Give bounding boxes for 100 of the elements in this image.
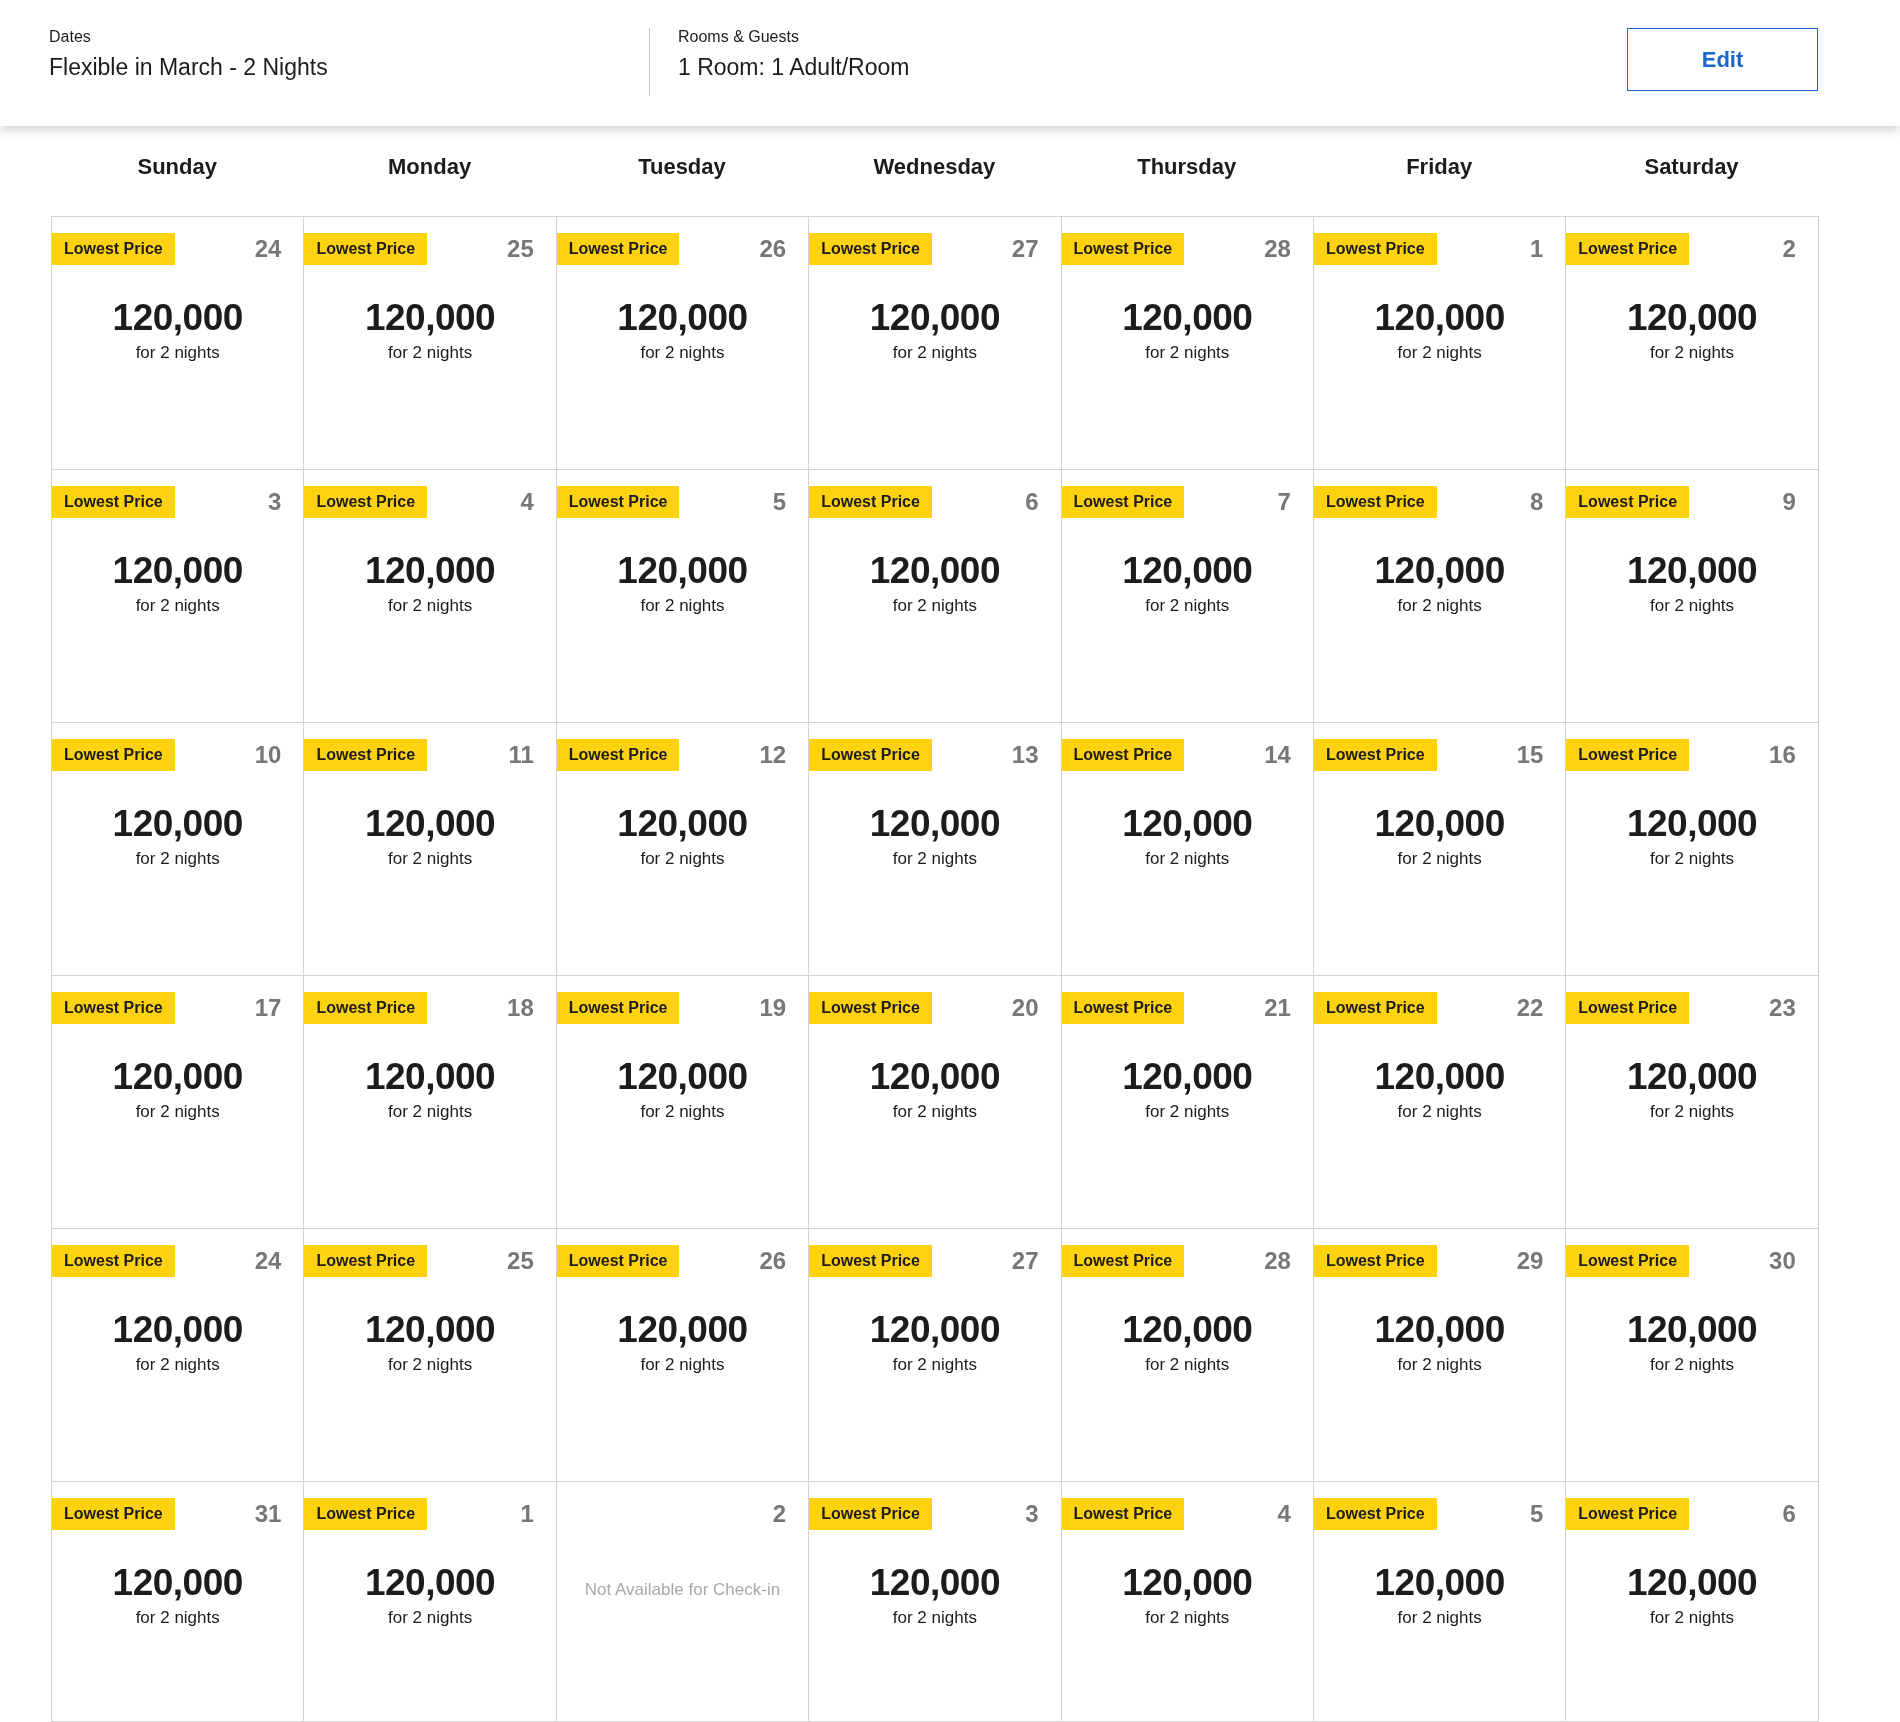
lowest-price-badge: Lowest Price [1061, 992, 1185, 1024]
price-text: 120,000 [364, 1562, 496, 1604]
date-number: 29 [1516, 1247, 1544, 1275]
day-cell[interactable]: Lowest Price 29 120,000 for 2 nights [1313, 1229, 1567, 1482]
lowest-price-badge: Lowest Price [52, 233, 175, 265]
price-text: 120,000 [112, 550, 243, 592]
day-cell[interactable]: Lowest Price 25 120,000 for 2 nights [304, 217, 557, 470]
day-cell[interactable]: Lowest Price 4 120,000 for 2 nights [304, 470, 557, 723]
lowest-price-badge: Lowest Price [52, 486, 175, 518]
day-cell[interactable]: Lowest Price 16 120,000 for 2 nights [1566, 723, 1819, 976]
lowest-price-badge: Lowest Price [1313, 992, 1437, 1024]
lowest-price-badge: Lowest Price [1566, 739, 1690, 771]
summary-value: Flexible in March - 2 Nights [49, 54, 329, 81]
price-text: 120,000 [112, 1056, 243, 1098]
day-cell[interactable]: Lowest Price 22 120,000 for 2 nights [1313, 976, 1567, 1229]
day-cell[interactable]: Lowest Price 5 120,000 for 2 nights [556, 470, 810, 723]
day-cell[interactable]: Lowest Price 26 120,000 for 2 nights [556, 217, 810, 470]
nights-text: for 2 nights [388, 1102, 473, 1122]
price-text: 120,000 [617, 297, 748, 339]
edit-button[interactable]: Edit [1627, 28, 1818, 91]
day-cell[interactable]: Lowest Price 10 120,000 for 2 nights [52, 723, 305, 976]
day-cell[interactable]: Lowest Price 17 120,000 for 2 nights [52, 976, 305, 1229]
day-cell[interactable]: Lowest Price 7 120,000 for 2 nights [1061, 470, 1314, 723]
price-text: 120,000 [869, 803, 1000, 845]
day-cell[interactable]: Lowest Price 18 120,000 for 2 nights [304, 976, 557, 1229]
day-cell[interactable]: Lowest Price 27 120,000 for 2 nights [809, 217, 1062, 470]
date-number: 22 [1516, 994, 1544, 1022]
nights-text: for 2 nights [1145, 1355, 1230, 1375]
day-cell[interactable]: Lowest Price 2 120,000 for 2 nights [1566, 217, 1819, 470]
price-text: 120,000 [1626, 1562, 1758, 1604]
day-cell[interactable]: Lowest Price 19 120,000 for 2 nights [556, 976, 810, 1229]
day-cell[interactable]: Lowest Price 25 120,000 for 2 nights [304, 1229, 557, 1482]
date-number: 2 [772, 1500, 787, 1528]
day-cell[interactable]: Lowest Price 26 120,000 for 2 nights [556, 1229, 810, 1482]
date-number: 31 [254, 1500, 282, 1528]
price-text: 120,000 [364, 803, 496, 845]
day-cell[interactable]: Lowest Price 30 120,000 for 2 nights [1566, 1229, 1819, 1482]
lowest-price-badge: Lowest Price [304, 739, 428, 771]
day-cell[interactable]: Lowest Price 1 120,000 for 2 nights [1313, 217, 1567, 470]
lowest-price-badge: Lowest Price [1061, 1498, 1185, 1530]
date-number: 6 [1025, 488, 1039, 516]
lowest-price-badge: Lowest Price [1313, 739, 1437, 771]
date-number: 7 [1277, 488, 1291, 516]
day-cell[interactable]: Lowest Price 12 120,000 for 2 nights [556, 723, 810, 976]
price-text: 120,000 [1122, 550, 1253, 592]
nights-text: for 2 nights [135, 596, 220, 616]
day-cell[interactable]: Lowest Price 4 120,000 for 2 nights [1061, 1482, 1314, 1722]
day-cell[interactable]: Lowest Price 13 120,000 for 2 nights [809, 723, 1062, 976]
price-text: 120,000 [617, 550, 748, 592]
lowest-price-badge: Lowest Price [556, 233, 680, 265]
day-cell[interactable]: Lowest Price 3 120,000 for 2 nights [52, 470, 305, 723]
day-cell[interactable]: Lowest Price 28 120,000 for 2 nights [1061, 217, 1314, 470]
nights-text: for 2 nights [892, 343, 977, 363]
date-number: 28 [1264, 235, 1291, 263]
price-text: 120,000 [1374, 1562, 1505, 1604]
day-cell[interactable]: Lowest Price 20 120,000 for 2 nights [809, 976, 1062, 1229]
date-number: 5 [1530, 1500, 1544, 1528]
day-cell[interactable]: Lowest Price 9 120,000 for 2 nights [1566, 470, 1819, 723]
nights-text: for 2 nights [1397, 1102, 1482, 1122]
day-cell[interactable]: Lowest Price 28 120,000 for 2 nights [1061, 1229, 1314, 1482]
day-cell[interactable]: 2 Not Available for Check-in [556, 1482, 810, 1722]
day-cell[interactable]: Lowest Price 24 120,000 for 2 nights [52, 217, 305, 470]
price-text: 120,000 [112, 297, 243, 339]
date-number: 14 [1264, 741, 1291, 769]
date-number: 3 [268, 488, 282, 516]
lowest-price-badge: Lowest Price [1313, 233, 1437, 265]
day-cell[interactable]: Lowest Price 27 120,000 for 2 nights [809, 1229, 1062, 1482]
day-cell[interactable]: Lowest Price 6 120,000 for 2 nights [1566, 1482, 1819, 1722]
price-text: 120,000 [1122, 297, 1253, 339]
date-number: 4 [1277, 1500, 1291, 1528]
nights-text: for 2 nights [1650, 1102, 1735, 1122]
weekday-header: Thursday [1136, 154, 1238, 181]
price-text: 120,000 [1122, 1562, 1253, 1604]
date-number: 10 [254, 741, 282, 769]
lowest-price-badge: Lowest Price [1313, 1498, 1437, 1530]
nights-text: for 2 nights [1397, 343, 1482, 363]
price-text: 120,000 [869, 1056, 1000, 1098]
price-text: 120,000 [112, 1309, 243, 1351]
day-cell[interactable]: Lowest Price 23 120,000 for 2 nights [1566, 976, 1819, 1229]
lowest-price-badge: Lowest Price [304, 1245, 428, 1277]
day-cell[interactable]: Lowest Price 31 120,000 for 2 nights [52, 1482, 305, 1722]
price-text: 120,000 [617, 1309, 748, 1351]
day-cell[interactable]: Lowest Price 6 120,000 for 2 nights [809, 470, 1062, 723]
day-cell[interactable]: Lowest Price 14 120,000 for 2 nights [1061, 723, 1314, 976]
day-cell[interactable]: Lowest Price 11 120,000 for 2 nights [304, 723, 557, 976]
day-cell[interactable]: Lowest Price 8 120,000 for 2 nights [1313, 470, 1567, 723]
date-number: 26 [759, 1247, 787, 1275]
day-cell[interactable]: Lowest Price 15 120,000 for 2 nights [1313, 723, 1567, 976]
lowest-price-badge: Lowest Price [304, 233, 428, 265]
day-cell[interactable]: Lowest Price 24 120,000 for 2 nights [52, 1229, 305, 1482]
lowest-price-badge: Lowest Price [556, 992, 680, 1024]
nights-text: for 2 nights [388, 343, 473, 363]
nights-text: for 2 nights [1650, 1608, 1735, 1628]
day-cell[interactable]: Lowest Price 3 120,000 for 2 nights [809, 1482, 1062, 1722]
nights-text: for 2 nights [388, 596, 473, 616]
day-cell[interactable]: Lowest Price 1 120,000 for 2 nights [304, 1482, 557, 1722]
date-number: 11 [508, 741, 534, 769]
day-cell[interactable]: Lowest Price 5 120,000 for 2 nights [1313, 1482, 1567, 1722]
day-cell[interactable]: Lowest Price 21 120,000 for 2 nights [1061, 976, 1314, 1229]
price-text: 120,000 [869, 1309, 1000, 1351]
